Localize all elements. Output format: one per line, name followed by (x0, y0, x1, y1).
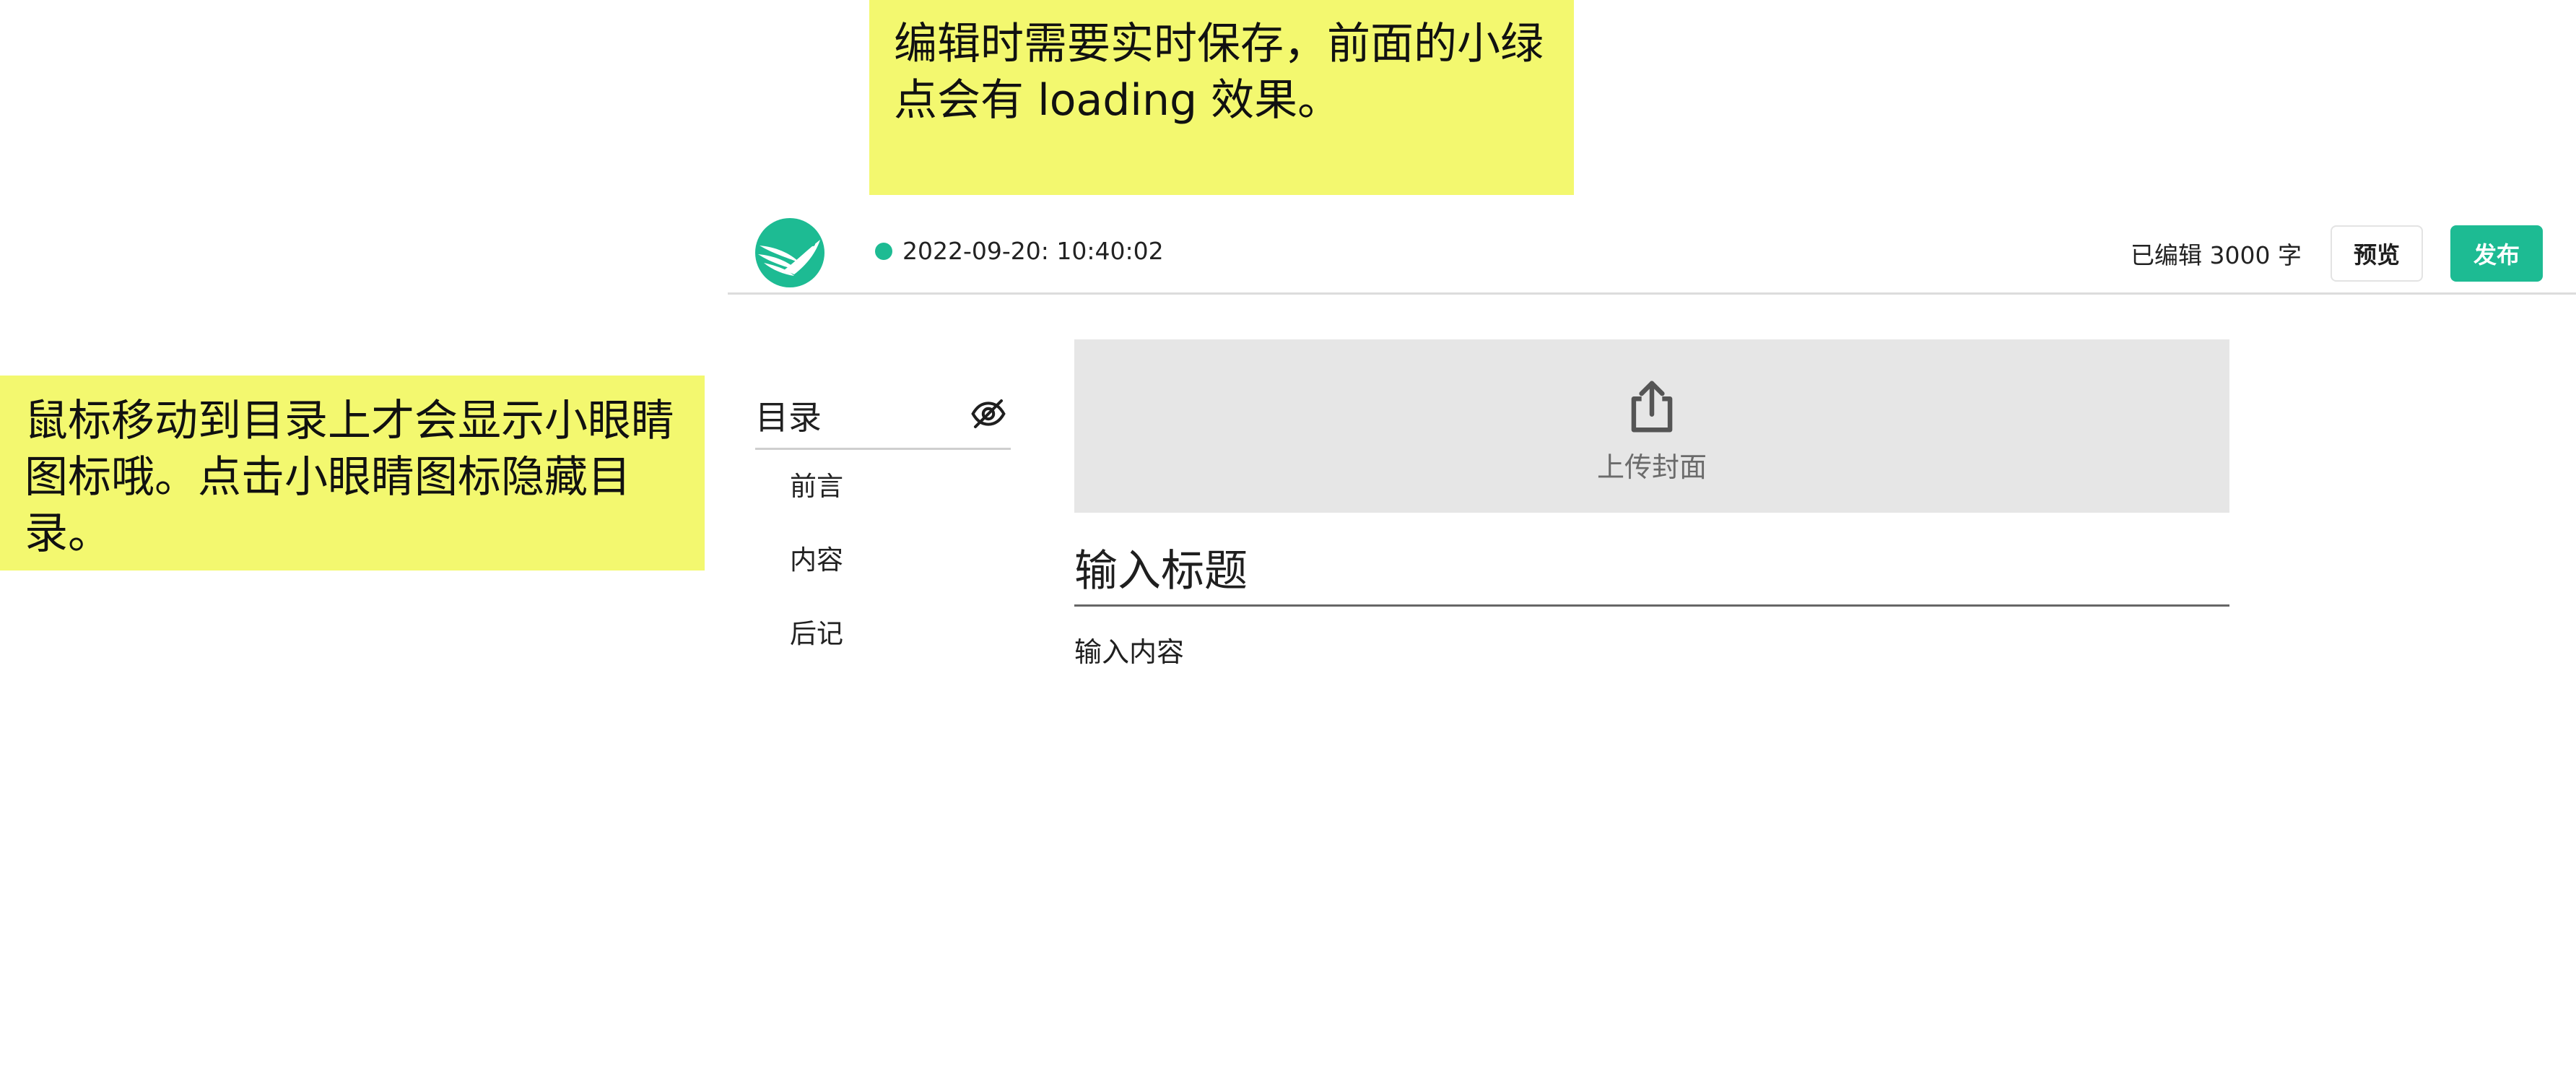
bird-logo-icon[interactable] (755, 218, 824, 287)
toc-item-preface[interactable]: 前言 (755, 459, 1011, 532)
header-actions: 已编辑 3000 字 预览 发布 (2131, 225, 2543, 282)
annotation-note-toc-eye: 鼠标移动到目录上才会显示小眼睛图标哦。点击小眼睛图标隐藏目录。 (0, 376, 705, 570)
word-count: 已编辑 3000 字 (2131, 241, 2302, 269)
page-canvas: 编辑时需要实时保存，前面的小绿点会有 loading 效果。 鼠标移动到目录上才… (0, 0, 2576, 1076)
toc-title: 目录 (755, 398, 822, 437)
toc-list: 前言 内容 后记 (755, 459, 1011, 680)
cover-upload-area[interactable]: 上传封面 (1074, 339, 2229, 513)
save-status-dot (875, 242, 892, 260)
autosave-status: 2022-09-20: 10:40:02 (875, 237, 1164, 265)
editor-header: 2022-09-20: 10:40:02 已编辑 3000 字 预览 发布 (728, 195, 2576, 295)
cover-upload-label: 上传封面 (1596, 451, 1707, 483)
save-timestamp: 2022-09-20: 10:40:02 (902, 237, 1164, 265)
eye-off-icon[interactable] (969, 394, 1008, 433)
content-input[interactable] (1074, 630, 2229, 716)
toc-item-content[interactable]: 内容 (755, 532, 1011, 606)
table-of-contents: 目录 前言 内容 后记 (755, 383, 1011, 680)
preview-button[interactable]: 预览 (2331, 225, 2423, 282)
toc-header: 目录 (755, 383, 1011, 450)
upload-icon (1631, 381, 1673, 432)
title-input[interactable] (1074, 537, 2229, 607)
annotation-note-autosave: 编辑时需要实时保存，前面的小绿点会有 loading 效果。 (869, 0, 1574, 195)
bird-logo-svg (758, 240, 820, 276)
publish-button[interactable]: 发布 (2450, 225, 2543, 282)
toc-item-afterword[interactable]: 后记 (755, 606, 1011, 680)
